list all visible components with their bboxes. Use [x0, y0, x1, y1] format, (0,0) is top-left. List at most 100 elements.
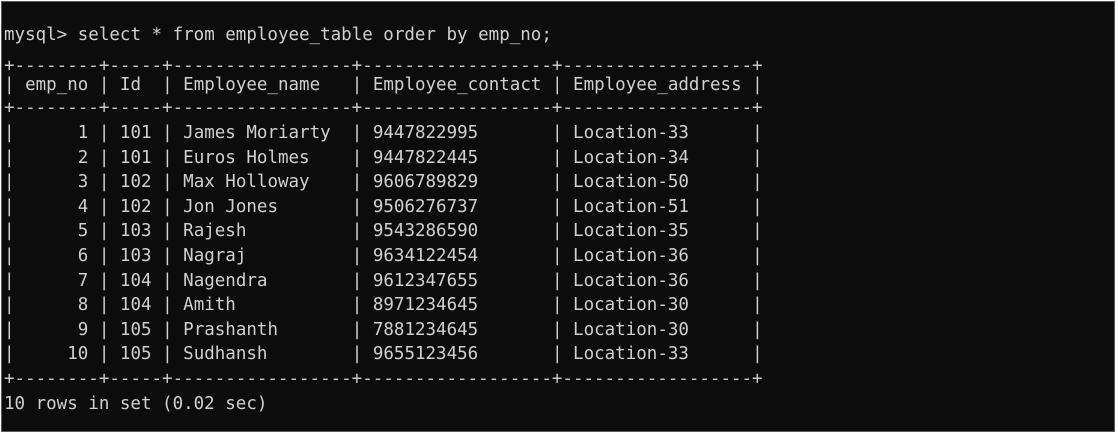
pipe: | [98, 344, 110, 365]
mysql-prompt: mysql> [4, 25, 68, 45]
pipe: | [752, 196, 763, 217]
pipe: | [98, 196, 110, 217]
pipe: | [162, 221, 173, 242]
table-row: | 3 | 102 | Max Holloway | 9606789829 | … [4, 169, 763, 195]
pipe: | [551, 75, 563, 95]
pipe: | [4, 172, 15, 193]
table-cell-contact: 9447822445 [362, 147, 552, 168]
pipe: | [4, 246, 15, 266]
pipe: | [752, 270, 763, 291]
pipe: | [551, 123, 563, 143]
border-line: +--------+-----+-----------------+------… [4, 369, 763, 389]
column-header: Employee_contact [362, 75, 552, 95]
pipe: | [351, 75, 363, 95]
pipe: | [351, 295, 363, 316]
table-cell-contact: 9606789829 [362, 172, 552, 193]
pipe: | [351, 172, 363, 193]
pipe: | [351, 270, 363, 291]
table-row: | 1 | 101 | James Moriarty | 9447822995 … [4, 120, 763, 146]
pipe: | [351, 319, 363, 340]
pipe: | [4, 196, 15, 217]
pipe: | [351, 123, 363, 143]
pipe: | [98, 295, 110, 316]
table-cell-name: Rajesh [172, 221, 352, 242]
table-row: | 9 | 105 | Prashanth | 7881234645 | Loc… [4, 317, 763, 343]
table-cell-address: Location-36 [562, 270, 753, 291]
pipe: | [162, 270, 173, 291]
pipe: | [351, 147, 363, 168]
pipe: | [351, 221, 363, 242]
pipe: | [752, 147, 763, 168]
table-border-header-separator: +--------+-----+-----------------+------… [4, 95, 763, 121]
pipe: | [162, 196, 173, 217]
pipe: | [551, 270, 563, 291]
terminal-window[interactable]: mysql> select * from employee_table orde… [1, 1, 1115, 432]
table-cell-contact: 9634122454 [362, 246, 552, 266]
pipe: | [752, 295, 763, 316]
table-row: | 7 | 104 | Nagendra | 9612347655 | Loca… [4, 268, 763, 294]
table-cell-id: 102 [109, 196, 163, 217]
table-row: | 6 | 103 | Nagraj | 9634122454 | Locati… [4, 243, 763, 269]
table-cell-contact: 9447822995 [362, 123, 552, 143]
pipe: | [4, 270, 15, 291]
result-summary: 10 rows in set (0.02 sec) [4, 391, 267, 417]
pipe: | [351, 196, 363, 217]
table-cell-name: Prashanth [172, 319, 352, 340]
pipe: | [98, 75, 110, 95]
table-cell-address: Location-33 [562, 344, 753, 365]
border-line: +--------+-----+-----------------+------… [4, 98, 763, 118]
pipe: | [162, 246, 173, 266]
table-cell-emp-no: 3 [14, 172, 99, 193]
table-cell-name: Euros Holmes [172, 147, 352, 168]
table-cell-emp-no: 4 [14, 196, 99, 217]
table-cell-emp-no: 6 [14, 246, 99, 266]
table-cell-name: James Moriarty [172, 123, 352, 143]
table-row: | 2 | 101 | Euros Holmes | 9447822445 | … [4, 145, 763, 171]
column-header: Id [109, 75, 163, 95]
table-cell-emp-no: 5 [14, 221, 99, 242]
pipe: | [4, 319, 15, 340]
table-row: | 4 | 102 | Jon Jones | 9506276737 | Loc… [4, 194, 763, 220]
table-cell-id: 103 [109, 246, 163, 266]
table-row: | 5 | 103 | Rajesh | 9543286590 | Locati… [4, 218, 763, 244]
table-cell-emp-no: 2 [14, 147, 99, 168]
table-row: | 8 | 104 | Amith | 8971234645 | Locatio… [4, 292, 763, 318]
pipe: | [351, 246, 363, 266]
table-cell-id: 105 [109, 319, 163, 340]
pipe: | [752, 344, 763, 365]
pipe: | [162, 147, 173, 168]
pipe: | [162, 344, 173, 365]
table-cell-id: 104 [109, 270, 163, 291]
table-cell-emp-no: 8 [14, 295, 99, 316]
pipe: | [162, 172, 173, 193]
pipe: | [551, 295, 563, 316]
table-border-bottom: +--------+-----+-----------------+------… [4, 366, 763, 392]
table-cell-address: Location-30 [562, 319, 753, 340]
screenshot-frame: mysql> select * from employee_table orde… [0, 0, 1118, 435]
table-cell-id: 101 [109, 147, 163, 168]
table-cell-emp-no: 1 [14, 123, 99, 143]
table-cell-contact: 9655123456 [362, 344, 552, 365]
table-cell-emp-no: 7 [14, 270, 99, 291]
table-cell-id: 101 [109, 123, 163, 143]
pipe: | [752, 123, 763, 143]
pipe: | [551, 221, 563, 242]
table-cell-id: 104 [109, 295, 163, 316]
pipe: | [98, 246, 110, 266]
pipe: | [551, 147, 563, 168]
column-header: Employee_name [172, 75, 352, 95]
table-cell-id: 103 [109, 221, 163, 242]
pipe: | [752, 319, 763, 340]
table-cell-name: Nagendra [172, 270, 352, 291]
table-cell-name: Sudhansh [172, 344, 352, 365]
pipe: | [351, 344, 363, 365]
pipe: | [162, 319, 173, 340]
table-cell-contact: 9543286590 [362, 221, 552, 242]
pipe: | [162, 295, 173, 316]
pipe: | [98, 147, 110, 168]
pipe: | [4, 75, 15, 95]
pipe: | [162, 123, 173, 143]
pipe: | [98, 172, 110, 193]
table-cell-id: 105 [109, 344, 163, 365]
table-cell-address: Location-50 [562, 172, 753, 193]
